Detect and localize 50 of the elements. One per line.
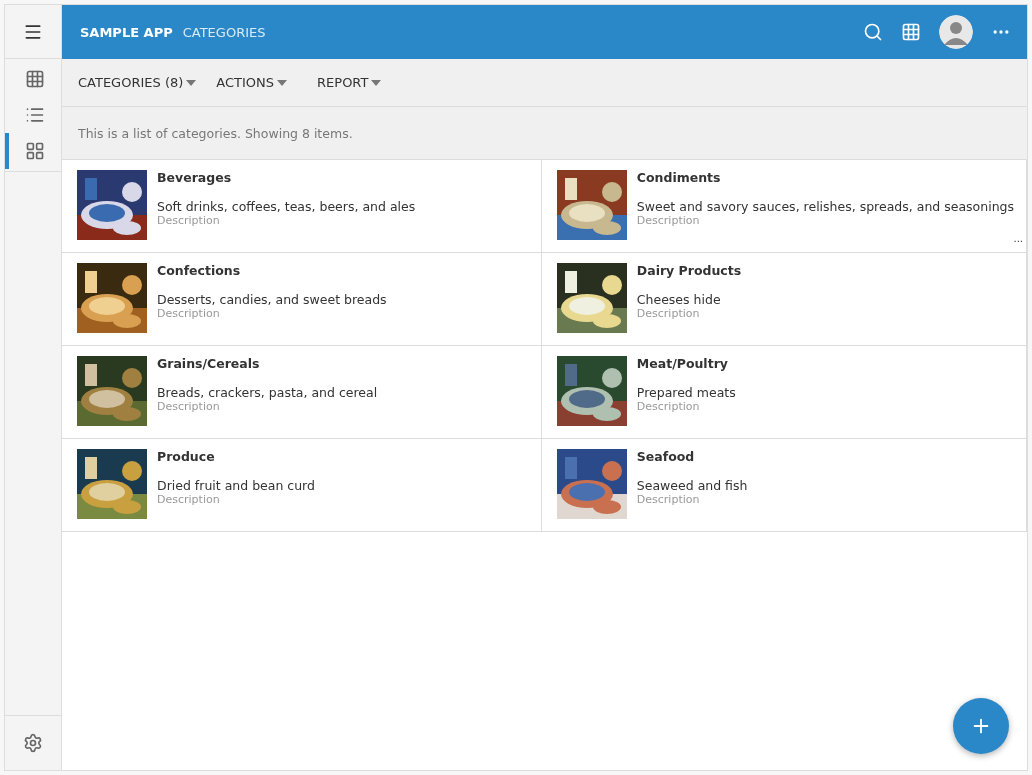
category-card[interactable]: Grains/Cereals Breads, crackers, pasta, and cereal Description	[62, 346, 542, 439]
field-caption: Description	[157, 400, 221, 413]
more-text[interactable]: ...	[1013, 233, 1023, 244]
category-card[interactable]: Meat/Poultry Prepared meats Description	[541, 346, 1027, 439]
toolbar-menu[interactable]: CATEGORIES (8)	[78, 75, 197, 90]
category-card[interactable]: Dairy Products Cheeses hide Description	[541, 253, 1027, 346]
tiles-view-icon	[25, 141, 45, 161]
field-caption: Description	[636, 400, 701, 413]
category-name: Grains/Cereals	[157, 356, 261, 371]
category-name: Dairy Products	[636, 263, 742, 278]
caret-icon	[277, 79, 288, 86]
category-description: Desserts, candies, and sweet breads	[157, 292, 387, 307]
page-title: CATEGORIES	[182, 24, 266, 40]
category-card[interactable]: Confections Desserts, candies, and sweet breads Description	[62, 253, 542, 346]
category-card[interactable]: Beverages Soft drinks, coffees, teas, beers, and ales Description	[62, 160, 542, 253]
apps-icon[interactable]	[901, 22, 921, 42]
category-description: Soft drinks, coffees, teas, beers, and ales	[157, 199, 416, 214]
category-card[interactable]: Seafood Seaweed and fish Description	[541, 439, 1027, 532]
field-caption: Description	[636, 307, 701, 320]
category-name: Produce	[157, 449, 216, 464]
grid-view-icon	[25, 69, 45, 89]
field-caption: Description	[636, 214, 701, 227]
avatar-icon[interactable]	[939, 15, 973, 49]
settings-icon[interactable]	[23, 733, 43, 753]
category-description: Breads, crackers, pasta, and cereal	[157, 385, 378, 400]
list-view-icon	[25, 105, 45, 125]
caret-icon	[371, 79, 382, 86]
category-description: Cheeses hide	[636, 292, 722, 307]
field-caption: Description	[157, 214, 221, 227]
caret-icon	[186, 79, 197, 86]
field-caption: Description	[157, 307, 221, 320]
category-description: Seaweed and fish	[636, 478, 748, 493]
category-name: Confections	[157, 263, 242, 278]
search-icon[interactable]	[863, 22, 883, 42]
info-text: This is a list of categories. Showing 8 items.	[62, 107, 1027, 160]
category-description: Dried fruit and bean curd	[157, 478, 315, 493]
category-description: Sweet and savory sauces, relishes, spreads, and seasonings	[636, 199, 1014, 214]
category-name: Condiments	[636, 170, 722, 185]
toolbar-menu[interactable]: ACTIONS	[216, 75, 288, 90]
toolbar-menu[interactable]: REPORT	[317, 75, 382, 90]
category-card[interactable]: Produce Dried fruit and bean curd Description	[62, 439, 542, 532]
category-card[interactable]: Condiments Sweet and savory sauces, relishes, spreads, and seasonings Description ...	[541, 160, 1027, 253]
category-name: Seafood	[636, 449, 696, 464]
category-name: Beverages	[157, 170, 233, 185]
add-button[interactable]	[953, 698, 1009, 754]
app-title: SAMPLE APP	[80, 24, 173, 40]
category-name: Meat/Poultry	[636, 356, 729, 371]
field-caption: Description	[157, 493, 221, 506]
field-caption: Description	[636, 493, 701, 506]
category-description: Prepared meats	[636, 385, 736, 400]
